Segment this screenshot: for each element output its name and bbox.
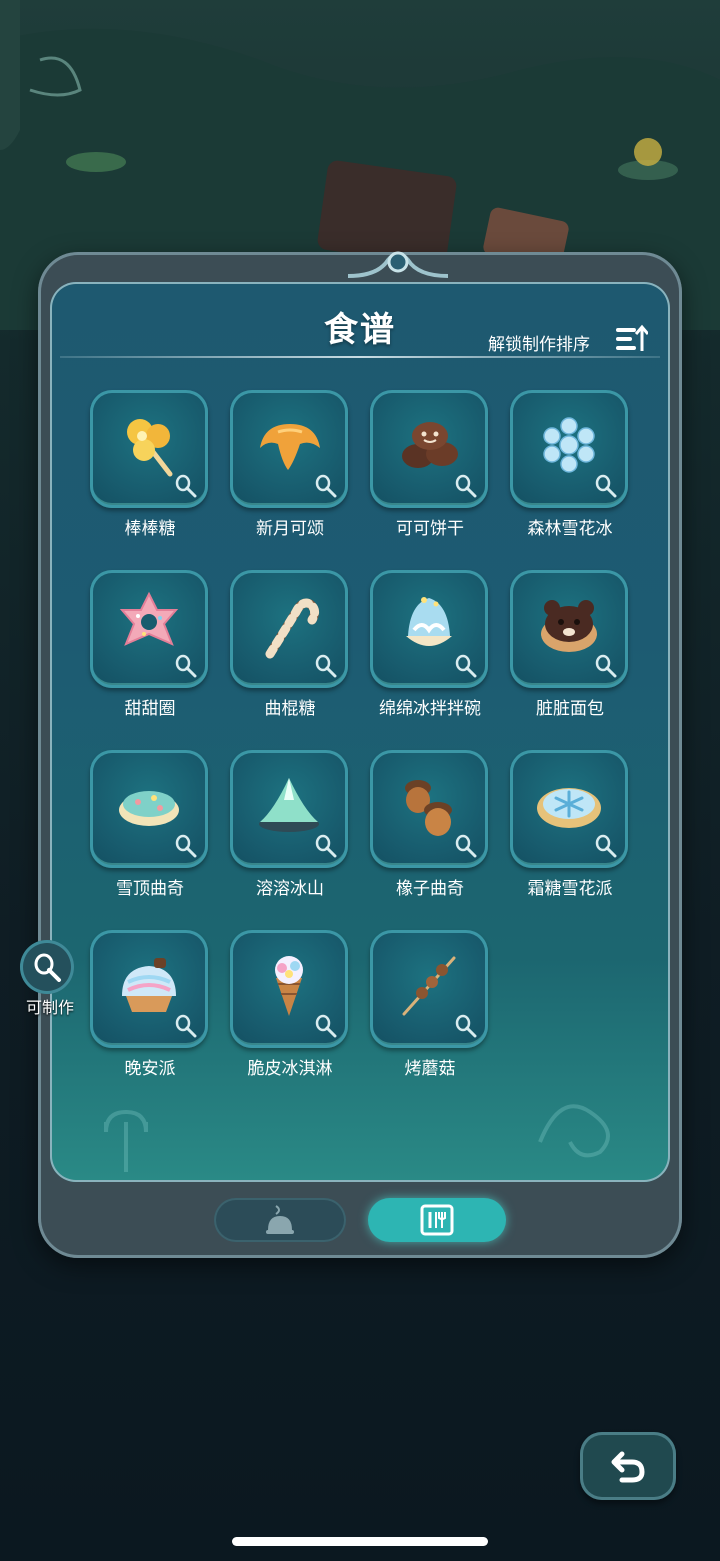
whisk-icon: [455, 654, 477, 678]
whisk-icon: [175, 1014, 197, 1038]
shaved-ice-bowl-icon: [406, 597, 452, 646]
snowtop-cookie-icon: [119, 791, 179, 826]
panel-tab-bar: [214, 1198, 508, 1242]
lollipop-icon: [127, 419, 173, 477]
mushroom-skewer-icon: [402, 956, 456, 1016]
recipe-name: 甜甜圈: [124, 699, 176, 719]
tab-recipes[interactable]: [368, 1198, 506, 1242]
recipe-card[interactable]: 烤蘑菇: [370, 930, 490, 1090]
recipe-name: 橡子曲奇: [396, 879, 464, 899]
sort-list-icon[interactable]: [614, 324, 648, 354]
recipe-tile[interactable]: [90, 390, 208, 508]
title-divider: [60, 356, 660, 358]
recipe-name: 曲棍糖: [264, 699, 316, 719]
candy-cane-icon: [265, 598, 320, 659]
decor-swirl-icon: [538, 1104, 610, 1158]
recipe-name: 晚安派: [124, 1059, 176, 1079]
whisk-icon: [595, 834, 617, 858]
recipe-panel: 食谱 解锁制作排序 棒棒糖 新月可颂 可可饼干 森林雪花冰 甜甜圈 曲棍糖 绵绵…: [38, 251, 682, 1258]
acorn-cookie-icon: [405, 780, 452, 836]
recipe-name: 脏脏面包: [536, 699, 604, 719]
recipe-name: 绵绵冰拌拌碗: [379, 699, 481, 719]
recipe-card[interactable]: 溶溶冰山: [230, 750, 350, 910]
recipe-tile[interactable]: [510, 750, 628, 868]
recipe-name: 脆皮冰淇淋: [247, 1059, 333, 1079]
whisk-icon: [175, 834, 197, 858]
cooking-pot-icon: [266, 1205, 294, 1234]
whisk-icon: [315, 1014, 337, 1038]
recipe-name: 棒棒糖: [124, 519, 176, 539]
recipe-tile[interactable]: [370, 750, 488, 868]
recipe-card[interactable]: 森林雪花冰: [510, 390, 630, 550]
recipe-card[interactable]: 脏脏面包: [510, 570, 630, 730]
home-indicator[interactable]: [232, 1537, 488, 1546]
recipe-name: 烤蘑菇: [404, 1059, 456, 1079]
goodnight-pie-icon: [122, 958, 176, 1012]
recipe-tile[interactable]: [510, 390, 628, 508]
recipe-tile[interactable]: [370, 930, 488, 1048]
recipe-tile[interactable]: [90, 930, 208, 1048]
whisk-icon: [595, 654, 617, 678]
cocoa-cookie-icon: [402, 422, 458, 468]
jelly-mountain-icon: [259, 778, 319, 832]
decor-trident-icon: [104, 1109, 148, 1172]
bear-bread-icon: [541, 600, 597, 652]
sort-toggle-label[interactable]: 解锁制作排序: [488, 330, 590, 355]
recipe-name: 溶溶冰山: [256, 879, 324, 899]
recipe-tile[interactable]: [230, 570, 348, 688]
donut-icon: [119, 591, 179, 646]
whisk-icon: [455, 474, 477, 498]
whisk-icon: [455, 1014, 477, 1038]
recipe-card[interactable]: 曲棍糖: [230, 570, 350, 730]
recipe-book-icon: [420, 1204, 454, 1236]
craftable-filter-circle[interactable]: [20, 940, 74, 994]
recipe-card[interactable]: 甜甜圈: [90, 570, 210, 730]
whisk-icon: [315, 474, 337, 498]
whisk-icon: [455, 834, 477, 858]
craftable-label: 可制作: [25, 998, 74, 1017]
whisk-icon: [315, 834, 337, 858]
recipe-tile[interactable]: [230, 750, 348, 868]
whisk-icon: [34, 953, 61, 982]
ice-cream-cone-icon: [275, 956, 303, 1016]
recipe-card[interactable]: 橡子曲奇: [370, 750, 490, 910]
whisk-icon: [595, 474, 617, 498]
whisk-icon: [175, 654, 197, 678]
whisk-icon: [315, 654, 337, 678]
recipe-tile[interactable]: [370, 570, 488, 688]
craftable-filter-button[interactable]: 可制作: [18, 936, 82, 1020]
recipe-tile[interactable]: [370, 390, 488, 508]
recipe-card[interactable]: 绵绵冰拌拌碗: [370, 570, 490, 730]
recipe-card[interactable]: 晚安派: [90, 930, 210, 1090]
panel-crest-ornament: [348, 251, 448, 278]
recipe-card[interactable]: 棒棒糖: [90, 390, 210, 550]
recipe-tile[interactable]: [90, 750, 208, 868]
recipe-name: 雪顶曲奇: [116, 879, 184, 899]
back-button[interactable]: [580, 1432, 676, 1500]
recipe-tile[interactable]: [510, 570, 628, 688]
recipe-name: 新月可颂: [256, 519, 324, 539]
recipe-card[interactable]: 新月可颂: [230, 390, 350, 550]
recipe-name: 森林雪花冰: [527, 519, 613, 539]
recipe-card[interactable]: 可可饼干: [370, 390, 490, 550]
recipe-tile[interactable]: [230, 930, 348, 1048]
recipe-card[interactable]: 雪顶曲奇: [90, 750, 210, 910]
snowflake-ice-icon: [543, 417, 595, 473]
croissant-icon: [260, 424, 320, 470]
recipe-tile[interactable]: [230, 390, 348, 508]
tab-cooking[interactable]: [214, 1198, 346, 1242]
recipe-card[interactable]: 霜糖雪花派: [510, 750, 630, 910]
recipe-card[interactable]: 脆皮冰淇淋: [230, 930, 350, 1090]
recipe-name: 可可饼干: [396, 519, 464, 539]
back-arrow-icon: [611, 1451, 645, 1483]
snowflake-pie-icon: [537, 788, 601, 828]
whisk-icon: [175, 474, 197, 498]
recipe-name: 霜糖雪花派: [527, 879, 613, 899]
recipe-tile[interactable]: [90, 570, 208, 688]
